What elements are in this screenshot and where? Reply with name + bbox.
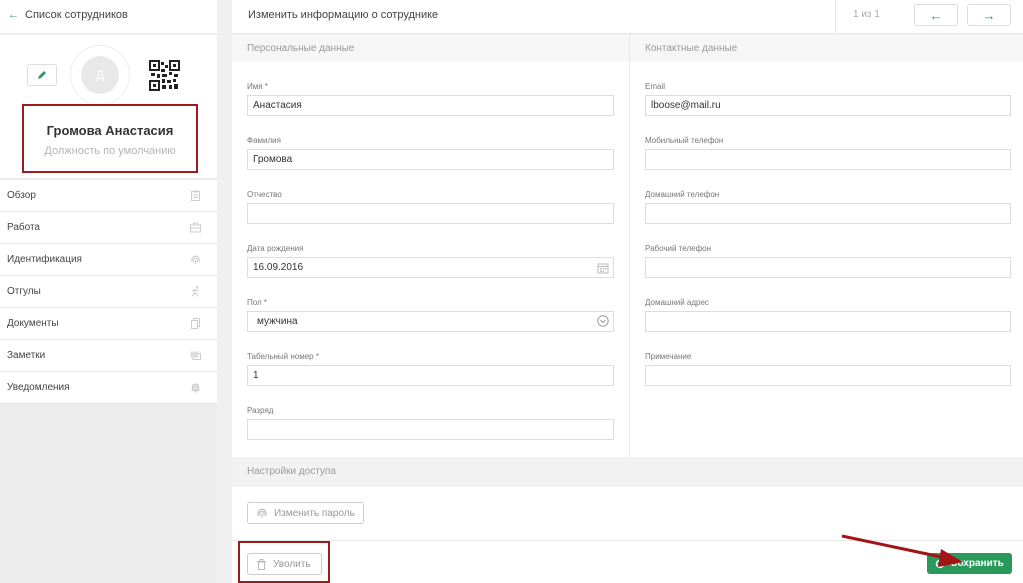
arrow-right-icon: → [982, 7, 996, 23]
birth-date-input[interactable]: 16.09.2016 [247, 257, 614, 278]
header-divider [835, 0, 836, 34]
notes-icon [190, 351, 201, 360]
employee-position: Должность по умолчанию [44, 145, 176, 157]
sidebar-item-documents[interactable]: Документы [0, 308, 217, 340]
page-title: Изменить информацию о сотруднике [248, 9, 439, 21]
arrow-left-icon: ← [929, 7, 943, 23]
work-phone-label: Рабочий телефон [645, 244, 712, 253]
arrow-left-icon: ← [8, 9, 19, 21]
sidebar-item-label: Заметки [7, 350, 46, 361]
birth-date-label: Дата рождения [247, 244, 304, 253]
last-name-label: Фамилия [247, 136, 281, 145]
contacts-section-heading: Контактные данные [630, 35, 1023, 62]
chevron-down-icon [597, 315, 609, 327]
column-divider [629, 35, 630, 457]
fire-employee-button[interactable]: Уволить [247, 553, 322, 575]
prev-employee-button[interactable]: ← [914, 4, 958, 26]
home-phone-label: Домашний телефон [645, 190, 720, 199]
documents-icon [191, 318, 200, 329]
grade-input[interactable] [247, 419, 614, 440]
mobile-phone-input[interactable] [645, 149, 1011, 170]
footer-divider [232, 540, 1023, 541]
sidebar-item-label: Обзор [7, 190, 36, 201]
gender-label: Пол * [247, 298, 268, 307]
fire-employee-label: Уволить [273, 558, 311, 570]
home-address-label: Домашний адрес [645, 298, 709, 307]
sidebar-item-identification[interactable]: Идентификация [0, 244, 217, 276]
employee-number-input[interactable]: 1 [247, 365, 614, 386]
change-password-button[interactable]: Изменить пароль [247, 502, 364, 524]
middle-name-label: Отчество [247, 190, 282, 199]
sidebar: ← Список сотрудников Д Громова Анастасия [0, 0, 217, 583]
fingerprint-icon [257, 508, 267, 518]
sidebar-item-overview[interactable]: Обзор [0, 180, 217, 212]
first-name-input[interactable]: Анастасия [247, 95, 614, 116]
sidebar-item-time-off[interactable]: Отгулы [0, 276, 217, 308]
sidebar-item-notifications[interactable]: Уведомления [0, 372, 217, 404]
home-address-input[interactable] [645, 311, 1011, 332]
qr-code-icon[interactable] [149, 60, 180, 91]
note-input[interactable] [645, 365, 1011, 386]
edit-profile-button[interactable] [27, 64, 57, 86]
gender-selected-value: мужчина [257, 316, 298, 327]
save-button[interactable]: Сохранить [927, 553, 1012, 574]
next-employee-button[interactable]: → [967, 4, 1011, 26]
pager-counter: 1 из 1 [853, 9, 880, 20]
back-to-employee-list-link[interactable]: ← Список сотрудников [0, 0, 217, 33]
briefcase-icon [190, 222, 201, 233]
employee-number-label: Табельный номер * [247, 352, 319, 361]
email-field[interactable]: lboose@mail.ru [645, 95, 1011, 116]
first-name-label: Имя * [247, 82, 268, 91]
page-header: Изменить информацию о сотруднике 1 из 1 … [232, 0, 1023, 34]
save-label: Сохранить [950, 558, 1004, 569]
back-link-label: Список сотрудников [25, 9, 128, 21]
sidebar-item-label: Работа [7, 222, 40, 233]
access-section-heading: Настройки доступа [232, 457, 1023, 487]
running-icon [191, 286, 200, 297]
avatar-frame[interactable]: Д [70, 45, 130, 105]
grade-label: Разряд [247, 406, 274, 415]
bell-icon [191, 383, 200, 393]
note-label: Примечание [645, 352, 692, 361]
fingerprint-icon [191, 255, 200, 264]
sidebar-item-work[interactable]: Работа [0, 212, 217, 244]
name-highlight-box: Громова Анастасия Должность по умолчанию [22, 104, 198, 173]
work-phone-input[interactable] [645, 257, 1011, 278]
pencil-icon [38, 71, 46, 79]
refresh-icon [935, 558, 945, 568]
home-phone-input[interactable] [645, 203, 1011, 224]
calendar-icon[interactable] [597, 262, 609, 274]
trash-icon [257, 558, 266, 570]
avatar: Д [81, 56, 119, 94]
personal-section-heading: Персональные данные [232, 35, 629, 62]
sidebar-item-label: Документы [7, 318, 59, 329]
employee-form: Персональные данные Контактные данные Им… [232, 35, 1023, 457]
mobile-phone-label: Мобильный телефон [645, 136, 724, 145]
sidebar-item-label: Уведомления [7, 382, 70, 393]
sidebar-item-label: Идентификация [7, 254, 82, 265]
sidebar-item-notes[interactable]: Заметки [0, 340, 217, 372]
profile-card: Д Громова Анастасия Должность по умолчан… [0, 35, 217, 178]
birth-date-value: 16.09.2016 [253, 262, 304, 273]
middle-name-input[interactable] [247, 203, 614, 224]
access-section: Изменить пароль Уволить Сохранить [232, 487, 1023, 583]
employee-name: Громова Анастасия [46, 123, 174, 138]
email-label: Email [645, 82, 666, 91]
gender-select[interactable]: мужчина [247, 311, 614, 332]
change-password-label: Изменить пароль [274, 507, 355, 519]
last-name-input[interactable]: Громова [247, 149, 614, 170]
sidebar-item-label: Отгулы [7, 286, 41, 297]
clipboard-icon [191, 190, 200, 201]
sidebar-nav: Обзор Работа Идентификация Отгулы Докуме… [0, 180, 217, 404]
